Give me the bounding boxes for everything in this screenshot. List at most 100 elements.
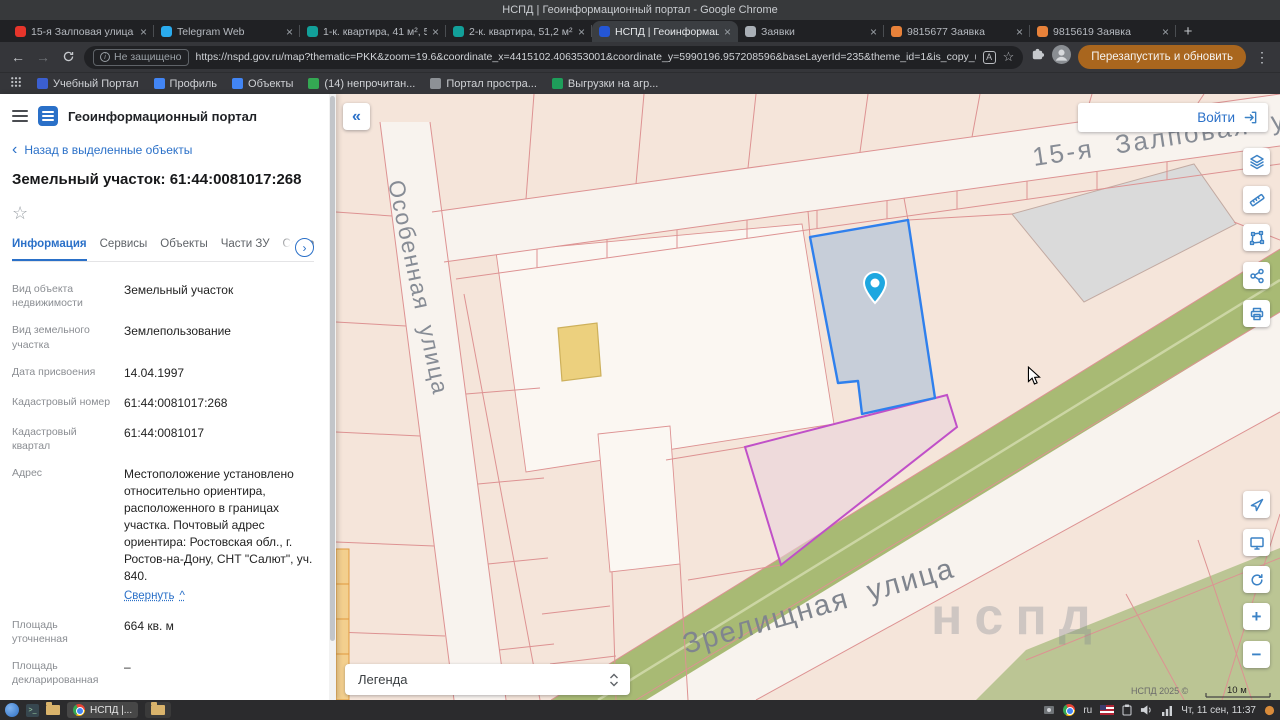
zoom-out-button[interactable]: −	[1243, 641, 1270, 668]
terminal-icon[interactable]: >_	[26, 703, 39, 717]
bookmarks-bar: Учебный Портал Профиль Объекты (14) непр…	[0, 72, 1280, 94]
address-bar[interactable]: i Не защищено https://nspd.gov.ru/map?th…	[84, 45, 1024, 69]
zoom-in-button[interactable]: +	[1243, 603, 1270, 630]
bookmark-icon	[551, 78, 563, 89]
language-indicator[interactable]: ru	[1083, 705, 1092, 716]
favorite-star-icon[interactable]: ☆	[12, 203, 314, 224]
tab-close-icon[interactable]: ×	[724, 26, 731, 38]
info-tabs: Информация Сервисы Объекты Части ЗУ Сост…	[12, 238, 314, 262]
yellow-parcel[interactable]	[557, 322, 602, 382]
browser-tab[interactable]: 2-к. квартира, 51,2 м², 4/×	[446, 21, 592, 42]
tab-favicon	[161, 26, 172, 37]
chrome-tray-icon[interactable]	[1063, 704, 1076, 716]
keyboard-flag-icon[interactable]	[1100, 705, 1115, 715]
back-icon[interactable]: ←	[9, 50, 27, 64]
taskbar-clock[interactable]: Чт, 11 сен, 11:37	[1181, 705, 1256, 716]
tab-close-icon[interactable]: ×	[578, 26, 585, 38]
tab-objects[interactable]: Объекты	[160, 238, 207, 261]
tab-close-icon[interactable]: ×	[870, 26, 877, 38]
fullscreen-icon[interactable]	[1243, 529, 1270, 556]
bookmark-icon	[153, 78, 165, 89]
bookmark-item[interactable]: Портал простра...	[430, 78, 537, 90]
field-row: Кадастровый квартал 61:44:0081017	[12, 425, 205, 452]
taskbar-window[interactable]	[145, 702, 172, 718]
tab-information[interactable]: Информация	[12, 238, 87, 261]
hamburger-menu-icon[interactable]	[12, 110, 28, 122]
tab-close-icon[interactable]: ×	[286, 26, 293, 38]
browser-tab[interactable]: 9815619 Заявка ×	[1030, 21, 1176, 42]
ruler-icon[interactable]	[1243, 186, 1270, 213]
start-menu-icon[interactable]	[5, 703, 19, 717]
tab-favicon	[1037, 26, 1048, 37]
bookmark-item[interactable]: (14) непрочитан...	[308, 78, 415, 90]
object-info-panel: Геоинформационный портал ‹ Назад в выдел…	[0, 94, 336, 700]
scrollbar-thumb[interactable]	[330, 96, 335, 641]
bookmark-star-icon[interactable]: ☆	[1003, 49, 1015, 65]
more-tabs-button[interactable]: ›	[295, 238, 314, 257]
chrome-icon	[73, 704, 85, 716]
cadastral-map[interactable]: нспд 15-я Залповая ул Особенная улица Зр…	[336, 94, 1280, 700]
forward-icon[interactable]: →	[34, 50, 52, 64]
login-bar[interactable]: Войти	[1078, 103, 1268, 132]
url-text[interactable]: https://nspd.gov.ru/map?thematic=PKK&zoo…	[196, 51, 976, 63]
profile-avatar[interactable]	[1052, 45, 1072, 69]
bookmark-item[interactable]: Выгрузки на агр...	[551, 78, 658, 90]
browser-toolbar: ← → i Не защищено https://nspd.gov.ru/ma…	[0, 42, 1280, 72]
browser-tab[interactable]: 9815677 Заявка ×	[884, 21, 1030, 42]
sidebar-scrollbar[interactable]	[329, 94, 336, 700]
tab-strip: 15-я Залповая улица — Я× Telegram Web× 1…	[0, 20, 1280, 42]
field-row: Площадь декларированная –	[12, 659, 131, 687]
browser-tab-active[interactable]: НСПД | Геоинформацион×	[592, 21, 738, 42]
window-titlebar: НСПД | Геоинформационный портал - Google…	[0, 0, 1280, 20]
layers-icon[interactable]	[1243, 148, 1270, 175]
collapse-address-link[interactable]: Свернуть ^	[124, 588, 185, 604]
collapse-panel-button[interactable]: «	[343, 103, 370, 130]
clipboard-icon[interactable]	[1122, 704, 1132, 716]
browser-tab[interactable]: Заявки ×	[738, 21, 884, 42]
chevron-left-icon: ‹	[12, 141, 18, 158]
tab-favicon	[15, 26, 26, 37]
tab-close-icon[interactable]: ×	[140, 26, 147, 38]
scale-label: 10 м	[1227, 685, 1247, 696]
light-parcel	[597, 425, 681, 573]
map-canvas[interactable]: нспд 15-я Залповая ул Особенная улица Зр…	[336, 94, 1280, 700]
page-title: Земельный участок: 61:44:0081017:268	[12, 171, 302, 188]
share-icon[interactable]	[1243, 262, 1270, 289]
files-icon[interactable]	[46, 702, 60, 715]
tab-close-icon[interactable]: ×	[1016, 26, 1023, 38]
apps-grid-icon[interactable]	[10, 75, 22, 93]
page-content: Геоинформационный портал ‹ Назад в выдел…	[0, 94, 1280, 700]
tab-services[interactable]: Сервисы	[100, 238, 148, 261]
bookmark-item[interactable]: Учебный Портал	[37, 78, 139, 90]
screenshot-tool-icon[interactable]	[1043, 704, 1055, 716]
browser-menu-icon[interactable]: ⋮	[1253, 50, 1271, 64]
tab-close-icon[interactable]: ×	[432, 26, 439, 38]
notifications-icon[interactable]	[1264, 705, 1275, 716]
browser-tab[interactable]: 1-к. квартира, 41 м², 5/10×	[300, 21, 446, 42]
tab-close-icon[interactable]: ×	[1162, 26, 1169, 38]
taskbar: >_ НСПД |... ru Чт, 11 сен, 11:37	[0, 700, 1280, 720]
browser-tab[interactable]: 15-я Залповая улица — Я×	[8, 21, 154, 42]
print-icon[interactable]	[1243, 300, 1270, 327]
volume-icon[interactable]	[1140, 704, 1153, 716]
browser-tab[interactable]: Telegram Web ×	[154, 21, 300, 42]
taskbar-active-window[interactable]: НСПД |...	[67, 702, 139, 718]
security-chip[interactable]: i Не защищено	[93, 48, 189, 66]
back-to-selected-link[interactable]: ‹ Назад в выделенные объекты	[12, 142, 314, 158]
restart-update-button[interactable]: Перезапустить и обновить	[1078, 45, 1246, 69]
locate-icon[interactable]	[1243, 491, 1270, 518]
extensions-icon[interactable]	[1030, 47, 1045, 67]
legend-dropdown[interactable]: Легенда	[345, 664, 630, 695]
info-icon: i	[100, 52, 110, 62]
tab-parts[interactable]: Части ЗУ	[221, 238, 270, 261]
new-tab-button[interactable]: +	[1176, 21, 1200, 42]
reload-icon[interactable]	[59, 50, 77, 65]
reset-view-icon[interactable]	[1243, 566, 1270, 593]
folder-icon	[151, 702, 166, 715]
bookmark-item[interactable]: Объекты	[232, 78, 293, 90]
network-icon[interactable]	[1161, 705, 1173, 716]
bookmark-item[interactable]: Профиль	[153, 78, 217, 90]
translate-icon[interactable]: A	[982, 50, 996, 64]
measure-area-icon[interactable]	[1243, 224, 1270, 251]
field-row: Площадь уточненная 664 кв. м	[12, 618, 174, 645]
